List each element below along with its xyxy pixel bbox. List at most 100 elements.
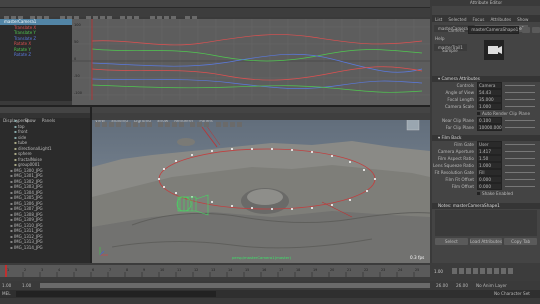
key-spacer <box>201 19 202 20</box>
y-tick-label: 50 <box>74 40 78 44</box>
node-name-field[interactable]: masterCameraShape1 <box>468 26 520 34</box>
ge-channel-item[interactable]: Rotate Z <box>0 52 72 58</box>
key-spacer <box>129 19 130 20</box>
attribute-slider[interactable] <box>505 120 535 121</box>
outliner-item-label: IMG_1303_JPG <box>13 184 43 189</box>
character-set-dropdown[interactable]: No Character Set <box>494 291 530 296</box>
ae-copy-tab-button[interactable]: Copy Tab <box>504 238 538 245</box>
range-start-field[interactable]: 1.00 <box>2 283 11 288</box>
attribute-slider[interactable] <box>505 144 535 145</box>
notes-textarea[interactable] <box>435 210 537 236</box>
attribute-field[interactable]: 1.50 <box>477 155 502 162</box>
key-spacer <box>417 19 418 20</box>
attribute-slider[interactable] <box>505 179 535 180</box>
attribute-field[interactable]: 1.417 <box>477 148 502 155</box>
tick-label: 3 <box>41 268 43 272</box>
viewport-3d[interactable]: persp/masterCamera1(master) 0.3 fps <box>92 107 430 263</box>
key-spacer <box>219 19 220 20</box>
checkbox[interactable] <box>477 192 480 195</box>
key-spacer <box>93 19 94 20</box>
animation-curve <box>91 78 423 89</box>
ae-select-button[interactable]: Select <box>435 238 468 245</box>
key-spacer <box>291 19 292 20</box>
attribute-slider[interactable] <box>505 151 535 152</box>
playback-button <box>466 268 471 274</box>
attribute-field[interactable]: Camera <box>477 82 502 89</box>
key-spacer <box>183 19 184 20</box>
key-spacer <box>399 19 400 20</box>
anim-layer-dropdown[interactable]: No Anim Layer <box>476 283 507 288</box>
key-spacer <box>381 19 382 20</box>
tick-label: 1 <box>7 268 9 272</box>
attribute-slider[interactable] <box>505 85 535 86</box>
playhead <box>5 265 7 277</box>
attribute-slider[interactable] <box>505 172 535 173</box>
notes-section[interactable]: Notes: masterCameraShape1 <box>432 203 540 209</box>
tick-label: 2 <box>24 268 26 272</box>
range-slider-bar[interactable] <box>40 283 430 288</box>
key-spacer <box>165 19 166 20</box>
attribute-field[interactable]: 0.000 <box>477 176 502 183</box>
graph-editor-canvas[interactable]: 100 50 0 -50 -100 <box>72 19 433 105</box>
key-spacer <box>327 19 328 20</box>
attribute-label: Film Gate <box>454 142 474 147</box>
attribute-field[interactable]: 1.000 <box>477 103 502 110</box>
playback-button <box>452 268 457 274</box>
command-line[interactable]: MEL No Character Set <box>0 290 540 298</box>
key-spacer <box>147 19 148 20</box>
viewport-toolbar-icons[interactable] <box>92 121 430 128</box>
attribute-field[interactable]: Fill <box>477 169 502 176</box>
attribute-field[interactable]: 1.000 <box>477 162 502 169</box>
outliner-item[interactable]: ▪ IMG_1314_JPG <box>0 245 90 251</box>
time-slider-ruler[interactable]: 1 2 3 4 5 6 7 8 9 10 11 12 13 14 15 16 17 18 19 20 21 22 23 24 2… <box>0 263 540 281</box>
attribute-row: Fit Resolution Gate Fill <box>432 169 540 176</box>
range-end-field[interactable]: 26.00 <box>436 283 448 288</box>
key-spacer <box>327 19 328 20</box>
attribute-slider[interactable] <box>505 127 535 128</box>
key-spacer <box>363 19 364 20</box>
camera-sample-icon <box>488 46 502 54</box>
outliner-item-label: IMG_1310_JPG <box>13 222 43 228</box>
attribute-field[interactable]: 0.100 <box>477 117 502 124</box>
attribute-slider[interactable] <box>505 158 535 159</box>
attribute-field[interactable]: 35.000 <box>477 96 502 103</box>
attribute-slider[interactable] <box>505 99 535 100</box>
attribute-label: Film Offset <box>451 184 474 189</box>
key-spacer <box>327 19 328 20</box>
key-spacer <box>219 19 220 20</box>
attribute-row: Near Clip Plane 0.100 <box>432 117 540 124</box>
command-input[interactable] <box>16 291 216 297</box>
end-frame-field[interactable]: 26.00 <box>456 283 468 288</box>
outliner-item-label: group0001 <box>17 162 40 167</box>
time-slider[interactable]: 1 2 3 4 5 6 7 8 9 10 11 12 13 14 15 16 17 18 19 20 21 22 23 24 2… <box>0 263 540 281</box>
ae-load-attributes-button[interactable]: Load Attributes <box>469 238 503 245</box>
attribute-slider[interactable] <box>505 106 535 107</box>
outliner-menu-panels[interactable]: Panels <box>39 118 58 124</box>
curve-graph[interactable]: 100 50 0 -50 -100 <box>72 19 433 105</box>
attribute-field[interactable]: 10000.000 <box>477 124 502 131</box>
key-spacer <box>327 19 328 20</box>
focus-button[interactable] <box>522 27 531 33</box>
key-spacer <box>165 19 166 20</box>
key-spacer <box>255 19 256 20</box>
range-current-field[interactable]: 1.00 <box>22 283 31 288</box>
outliner-item-label: IMG_1311_JPG <box>13 228 43 233</box>
presets-button[interactable] <box>532 27 540 33</box>
attribute-label: Lens Squeeze Ratio <box>433 163 474 168</box>
attribute-row: Camera Scale 1.000 <box>432 103 540 110</box>
attribute-slider[interactable] <box>505 92 535 93</box>
checkbox[interactable] <box>477 112 480 115</box>
tick-label: 10 <box>160 268 164 272</box>
attribute-slider[interactable] <box>505 165 535 166</box>
key-spacer <box>381 19 382 20</box>
playback-button <box>459 268 464 274</box>
attribute-field[interactable]: 0.000 <box>477 183 502 190</box>
viewport-scene[interactable] <box>92 107 430 263</box>
attribute-label: Controls <box>456 83 474 88</box>
attribute-slider[interactable] <box>505 186 535 187</box>
attribute-field[interactable]: User <box>477 141 502 148</box>
key-spacer <box>363 19 364 20</box>
tick-label: 22 <box>364 268 368 272</box>
attribute-field[interactable]: 54.43 <box>477 89 502 96</box>
outliner-item-label: IMG_1313_JPG <box>13 239 43 244</box>
